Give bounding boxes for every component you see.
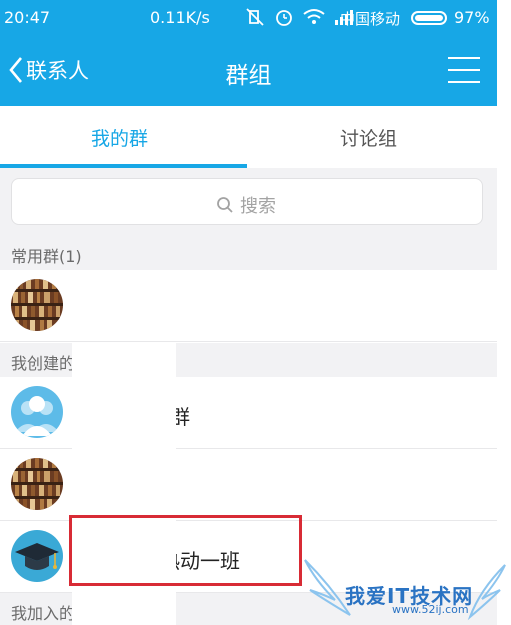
tab-discussion-groups[interactable]: 讨论组 bbox=[340, 124, 397, 151]
hamburger-icon[interactable] bbox=[448, 56, 482, 84]
section-label: 常用群(1) bbox=[11, 247, 82, 266]
graduation-cap-avatar bbox=[11, 530, 63, 582]
search-placeholder: 搜索 bbox=[240, 196, 276, 217]
bookshelf-avatar bbox=[11, 458, 63, 510]
search-icon bbox=[217, 197, 233, 213]
section-label: 我创建的 bbox=[11, 354, 76, 373]
alarm-icon bbox=[276, 10, 292, 26]
search-area: 搜索 bbox=[0, 168, 497, 236]
highlight-box bbox=[69, 515, 302, 586]
group-row[interactable] bbox=[0, 270, 497, 342]
vibrate-off-icon bbox=[246, 8, 264, 26]
wifi-icon bbox=[303, 9, 325, 24]
bookshelf-avatar bbox=[11, 279, 63, 331]
page-title: 群组 bbox=[225, 63, 272, 89]
status-carrier: 中国移动 bbox=[340, 10, 401, 28]
tab-my-groups[interactable]: 我的群 bbox=[91, 124, 148, 151]
people-avatar bbox=[11, 386, 63, 438]
status-bar: 20:47 0.11K/s 中国移动 97% bbox=[0, 0, 497, 36]
title-bar: 联系人 群组 bbox=[0, 36, 497, 106]
tab-bar: 我的群 讨论组 bbox=[0, 106, 497, 168]
section-label: 我加入的 bbox=[11, 604, 76, 623]
battery-icon bbox=[411, 11, 447, 25]
search-input[interactable]: 搜索 bbox=[11, 178, 483, 225]
status-time: 20:47 bbox=[4, 8, 51, 27]
section-header-frequent: 常用群(1) bbox=[0, 236, 497, 270]
watermark-url: www.52ij.com bbox=[392, 603, 469, 616]
status-net-speed: 0.11K/s bbox=[150, 8, 210, 27]
status-battery: 97% bbox=[454, 8, 490, 27]
